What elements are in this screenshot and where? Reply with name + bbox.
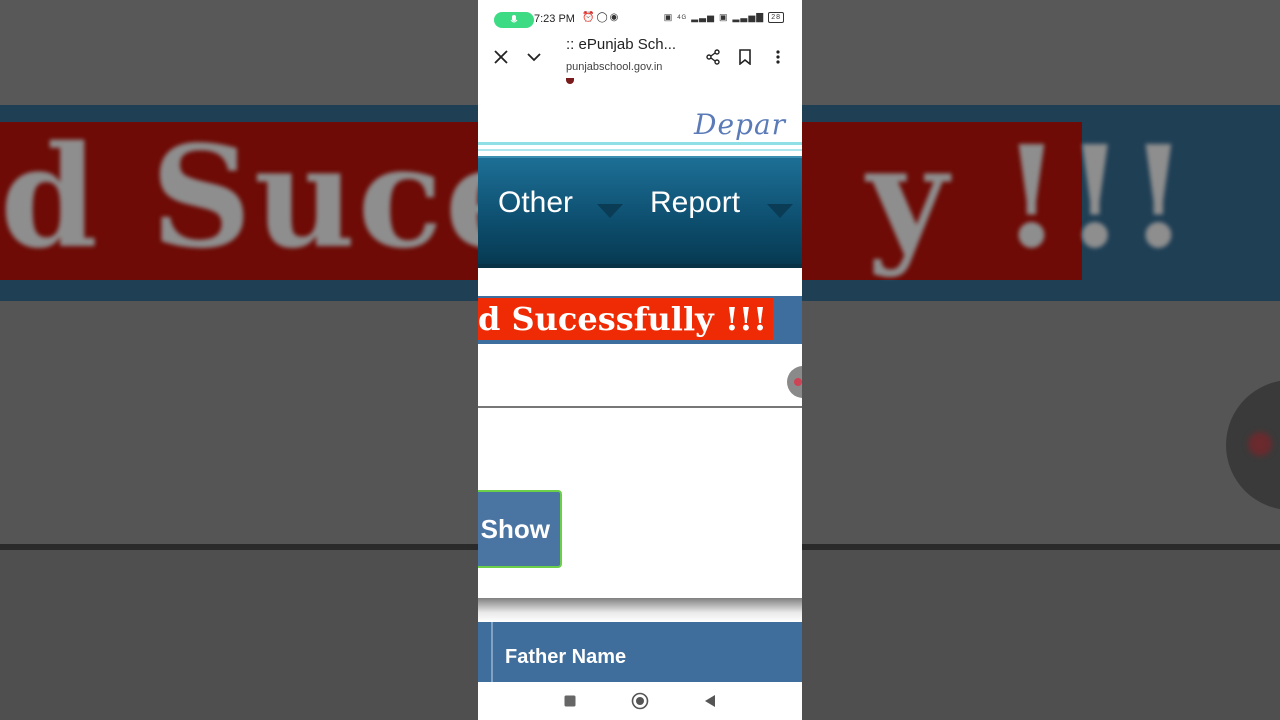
nav-report-dropdown-icon[interactable] (767, 204, 793, 218)
section-shadow (478, 598, 802, 622)
battery-icon: 28 (768, 12, 784, 23)
bookmark-button[interactable] (730, 42, 760, 72)
square-icon (564, 695, 576, 707)
success-message: d Sucessfully !!! (478, 300, 767, 338)
main-nav: Other Report (478, 156, 802, 268)
bookmark-icon (739, 49, 751, 65)
phone-screen: 7:23 PM ⏰◯◉ ▣ 4G ▂▃▅ ▣ ▂▃▅▇ 28 :: ePunja… (478, 0, 802, 720)
nav-other-dropdown-icon[interactable] (597, 204, 623, 218)
page-title[interactable]: :: ePunjab Sch... (566, 36, 676, 53)
status-bar: 7:23 PM ⏰◯◉ ▣ 4G ▂▃▅ ▣ ▂▃▅▇ 28 (478, 0, 802, 36)
home-circle-icon (631, 692, 649, 710)
browser-toolbar: :: ePunjab Sch... punjabschool.gov.in (478, 36, 802, 79)
status-notification-icons: ⏰◯◉ (582, 12, 620, 23)
alarm-icon: ⏰ (582, 12, 597, 23)
back-triangle-icon (705, 695, 715, 707)
mic-indicator-icon (494, 12, 534, 28)
success-banner: d Sucessfully !!! (478, 296, 802, 344)
close-icon (494, 50, 508, 64)
recent-apps-button[interactable] (559, 690, 581, 712)
show-button[interactable]: Show (478, 490, 562, 568)
page-url[interactable]: punjabschool.gov.in (566, 61, 662, 73)
network-type: 4G (677, 14, 688, 21)
record-dot-icon (794, 378, 802, 386)
column-header-father-name: Father Name (505, 646, 627, 668)
share-icon (706, 49, 720, 65)
volte-icon-2: ▣ (719, 12, 729, 22)
signal-icon-2: ▂▃▅▇ (732, 12, 765, 22)
bg-floating-dot (1248, 432, 1272, 456)
share-button[interactable] (698, 42, 728, 72)
department-heading: Depar (694, 108, 787, 141)
more-options-button[interactable] (763, 42, 793, 72)
header-rule (478, 142, 802, 145)
status-time: 7:23 PM (534, 13, 575, 25)
header-rule-secondary (478, 149, 802, 151)
success-message-box: d Sucessfully !!! (478, 298, 773, 340)
web-content: Depar Other Report d Sucessfully !!! Sho… (478, 78, 802, 682)
whatsapp-icon: ◯ (596, 12, 610, 23)
back-button[interactable] (699, 690, 721, 712)
chevron-down-icon (527, 53, 541, 62)
nav-item-report[interactable]: Report (650, 186, 740, 220)
form-field-row (478, 344, 802, 408)
site-logo-fragment (566, 78, 574, 84)
status-system-icons: ▣ 4G ▂▃▅ ▣ ▂▃▅▇ 28 (664, 12, 784, 23)
home-button[interactable] (629, 690, 651, 712)
table-header-row: Father Name (478, 622, 802, 682)
app-notification-icon: ◉ (609, 12, 621, 23)
volte-icon: ▣ (663, 12, 674, 22)
nav-item-other[interactable]: Other (498, 186, 573, 220)
close-tab-button[interactable] (486, 42, 516, 72)
column-divider (491, 622, 493, 682)
system-navigation-bar (478, 682, 802, 720)
signal-icon: ▂▃▅ (691, 12, 715, 22)
minimize-tab-button[interactable] (519, 42, 549, 72)
more-vert-icon (776, 50, 780, 64)
